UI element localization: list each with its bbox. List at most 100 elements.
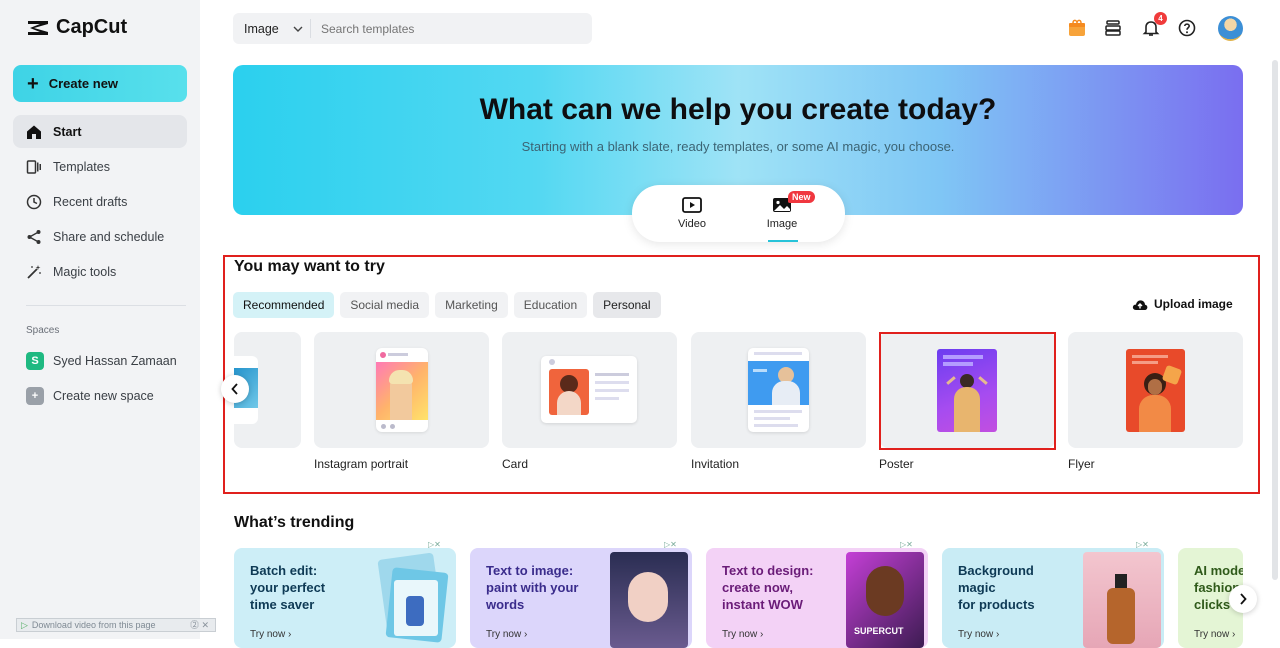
home-icon (25, 123, 42, 140)
sidebar-item-label: Share and schedule (53, 229, 165, 244)
trending-section-title: What’s trending (234, 514, 355, 531)
try-now-link[interactable]: Try now › (1194, 629, 1235, 640)
search-bar: Image (233, 13, 592, 44)
notification-badge: 4 (1154, 12, 1167, 25)
upload-image-label: Upload image (1154, 297, 1233, 311)
search-type-dropdown[interactable]: Image (233, 19, 311, 38)
sidebar-item-templates[interactable]: Templates (13, 150, 187, 183)
help-icon[interactable] (1176, 17, 1198, 39)
try-now-link[interactable]: Try now › (958, 629, 999, 640)
chip-personal[interactable]: Personal (593, 292, 661, 318)
trend-line: paint with your (486, 580, 579, 595)
trend-line: Text to design: (722, 563, 814, 578)
active-tab-indicator (768, 240, 798, 242)
hero-title: What can we help you create today? (479, 93, 997, 126)
download-video-bar[interactable]: ▷ Download video from this page (16, 618, 216, 632)
magic-wand-icon (25, 263, 42, 280)
trend-line: time saver (250, 597, 315, 612)
card-label-instagram-portrait: Instagram portrait (314, 457, 409, 471)
trending-card-text-to-image[interactable]: Text to image: paint with your words Try… (470, 548, 692, 648)
try-now-link[interactable]: Try now › (722, 629, 763, 640)
share-icon (25, 228, 42, 245)
chip-social-media[interactable]: Social media (340, 292, 430, 318)
plus-icon: + (27, 72, 39, 95)
trend-line: Batch edit: (250, 563, 318, 578)
notification-bell-icon[interactable]: 4 (1140, 12, 1167, 39)
sidebar-item-share[interactable]: Share and schedule (13, 220, 187, 253)
carousel-next-button[interactable] (1229, 585, 1257, 613)
try-section-title: You may want to try (234, 258, 385, 275)
video-icon (682, 197, 702, 213)
user-avatar[interactable] (1218, 16, 1243, 41)
trend-line: Text to image: (486, 563, 574, 578)
search-input[interactable] (311, 21, 571, 36)
gift-icon[interactable] (1066, 17, 1088, 39)
trend-line: Background (958, 563, 1034, 578)
trend-line: for products (958, 597, 1035, 612)
tab-video[interactable]: Video (662, 197, 722, 230)
card-label-card: Card (502, 457, 529, 471)
trending-card-text-to-design[interactable]: Text to design: create now, instant WOW … (706, 548, 928, 648)
template-card-instagram-portrait[interactable] (314, 332, 489, 448)
try-now-label: Try now (1194, 629, 1230, 640)
hero-subtitle: Starting with a blank slate, ready templ… (521, 139, 955, 154)
sidebar-nav: Start Templates Recent drafts Share and … (13, 115, 187, 290)
close-icon[interactable]: ⓶ ✕ (190, 618, 209, 631)
try-now-link[interactable]: Try now › (250, 629, 291, 640)
download-video-label: Download video from this page (31, 620, 156, 630)
chip-education[interactable]: Education (513, 292, 588, 318)
plus-icon: + (26, 387, 44, 405)
templates-icon (25, 158, 42, 175)
space-item-personal[interactable]: S Syed Hassan Zamaan (26, 352, 177, 370)
upload-image-button[interactable]: Upload image (1132, 297, 1233, 311)
carousel-prev-button[interactable] (221, 375, 249, 403)
space-item-label: Syed Hassan Zamaan (53, 354, 177, 368)
space-avatar: S (26, 352, 44, 370)
try-now-link[interactable]: Try now › (486, 629, 527, 640)
tab-label: Image (766, 218, 798, 230)
play-icon: ▷ (21, 619, 28, 630)
card-label-flyer: Flyer (1068, 457, 1095, 471)
template-card-flyer[interactable] (1068, 332, 1243, 448)
trend-line: magic (958, 580, 996, 595)
page-scrollbar[interactable] (1272, 60, 1278, 580)
template-card-card[interactable] (502, 332, 677, 448)
trend-line: your perfect (250, 580, 326, 595)
sidebar-item-label: Start (53, 124, 82, 139)
sidebar-item-label: Templates (53, 159, 110, 174)
card-label-invitation: Invitation (691, 457, 740, 471)
sidebar: CapCut + Create new Start Templates Rece… (0, 0, 200, 639)
card-label-poster: Poster (879, 457, 914, 471)
layers-icon[interactable] (1102, 17, 1124, 39)
trend-line: instant WOW (722, 597, 803, 612)
sidebar-item-start[interactable]: Start (13, 115, 187, 148)
trending-card-batch-edit[interactable]: Batch edit: your perfect time saver Try … (234, 548, 456, 648)
spaces-heading: Spaces (26, 325, 60, 336)
new-badge: New (788, 191, 815, 203)
clock-icon (25, 193, 42, 210)
category-chips: Recommended Social media Marketing Educa… (233, 292, 661, 318)
cloud-upload-icon (1132, 299, 1148, 310)
sidebar-item-recent-drafts[interactable]: Recent drafts (13, 185, 187, 218)
trending-card-background-magic[interactable]: Background magic for products Try now › (942, 548, 1164, 648)
search-type-label: Image (244, 21, 279, 36)
trend-line: create now, (722, 580, 794, 595)
app-name: CapCut (56, 16, 128, 38)
try-now-label: Try now (722, 629, 758, 640)
sidebar-item-label: Recent drafts (53, 194, 128, 209)
capcut-logo[interactable]: CapCut (26, 16, 127, 39)
sidebar-item-label: Magic tools (53, 264, 117, 279)
create-new-button[interactable]: + Create new (13, 65, 187, 102)
template-card-invitation[interactable] (691, 332, 866, 448)
try-now-label: Try now (486, 629, 522, 640)
supercut-label: SUPERCUT (854, 626, 904, 636)
chevron-down-icon (293, 26, 303, 32)
space-item-label: Create new space (53, 389, 154, 403)
chip-marketing[interactable]: Marketing (435, 292, 508, 318)
chip-recommended[interactable]: Recommended (233, 292, 335, 318)
sidebar-item-magic-tools[interactable]: Magic tools (13, 255, 187, 288)
create-new-space-button[interactable]: + Create new space (26, 387, 154, 405)
try-now-label: Try now (958, 629, 994, 640)
trend-line: words (486, 597, 525, 612)
tab-label: Video (678, 218, 706, 230)
